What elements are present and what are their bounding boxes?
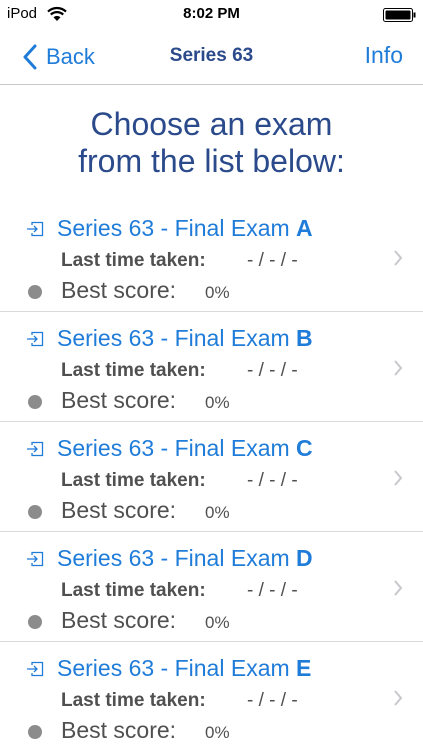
chevron-right-icon — [394, 360, 403, 376]
exam-title: Series 63 - Final Exam C — [57, 435, 313, 461]
exam-row-c[interactable]: Series 63 - Final Exam C Last time taken… — [0, 422, 423, 532]
last-taken-label: Last time taken: — [61, 690, 206, 711]
best-score-label: Best score: — [61, 607, 177, 633]
score-status-dot — [28, 725, 42, 739]
best-score-value: 0% — [205, 723, 230, 742]
last-taken-value: - / - / - — [247, 690, 298, 711]
exam-title: Series 63 - Final Exam B — [57, 325, 313, 351]
exam-list: Series 63 - Final Exam A Last time taken… — [0, 202, 423, 751]
exam-row-a[interactable]: Series 63 - Final Exam A Last time taken… — [0, 202, 423, 312]
battery-icon — [383, 8, 416, 22]
score-status-dot — [28, 505, 42, 519]
last-taken-label: Last time taken: — [61, 580, 206, 601]
last-taken-label: Last time taken: — [61, 360, 206, 381]
exam-title: Series 63 - Final Exam E — [57, 655, 312, 681]
enter-icon — [27, 221, 44, 237]
chevron-right-icon — [394, 470, 403, 486]
last-taken-value: - / - / - — [247, 470, 298, 491]
best-score-label: Best score: — [61, 277, 177, 303]
exam-row-d[interactable]: Series 63 - Final Exam D Last time taken… — [0, 532, 423, 642]
best-score-value: 0% — [205, 613, 230, 632]
best-score-label: Best score: — [61, 497, 177, 523]
score-status-dot — [28, 615, 42, 629]
enter-icon — [27, 551, 44, 567]
last-taken-label: Last time taken: — [61, 470, 206, 491]
exam-letter: E — [296, 655, 312, 681]
chevron-right-icon — [394, 250, 403, 266]
best-score-label: Best score: — [61, 717, 177, 743]
instruction-line-1: Choose an exam — [90, 106, 333, 142]
instruction-line-2: from the list below: — [78, 143, 345, 179]
enter-icon — [27, 331, 44, 347]
info-button[interactable]: Info — [365, 42, 403, 69]
best-score-value: 0% — [205, 393, 230, 412]
score-status-dot — [28, 285, 42, 299]
exam-letter: D — [296, 545, 313, 571]
enter-icon — [27, 661, 44, 677]
exam-row-b[interactable]: Series 63 - Final Exam B Last time taken… — [0, 312, 423, 422]
best-score-label: Best score: — [61, 387, 177, 413]
best-score-value: 0% — [205, 283, 230, 302]
navigation-bar: Back Series 63 Info — [0, 30, 423, 85]
exam-letter: C — [296, 435, 313, 461]
exam-title: Series 63 - Final Exam A — [57, 215, 313, 241]
instruction-heading: Choose an exam from the list below: — [0, 106, 423, 180]
score-status-dot — [28, 395, 42, 409]
best-score-value: 0% — [205, 503, 230, 522]
chevron-right-icon — [394, 580, 403, 596]
last-taken-value: - / - / - — [247, 250, 298, 271]
exam-letter: A — [296, 215, 313, 241]
last-taken-value: - / - / - — [247, 360, 298, 381]
enter-icon — [27, 441, 44, 457]
status-bar: iPod 8:02 PM — [0, 0, 423, 30]
exam-letter: B — [296, 325, 313, 351]
status-time: 8:02 PM — [183, 5, 240, 22]
exam-title: Series 63 - Final Exam D — [57, 545, 313, 571]
last-taken-value: - / - / - — [247, 580, 298, 601]
exam-row-e[interactable]: Series 63 - Final Exam E Last time taken… — [0, 642, 423, 751]
chevron-right-icon — [394, 690, 403, 706]
page-title: Series 63 — [169, 45, 254, 66]
last-taken-label: Last time taken: — [61, 250, 206, 271]
